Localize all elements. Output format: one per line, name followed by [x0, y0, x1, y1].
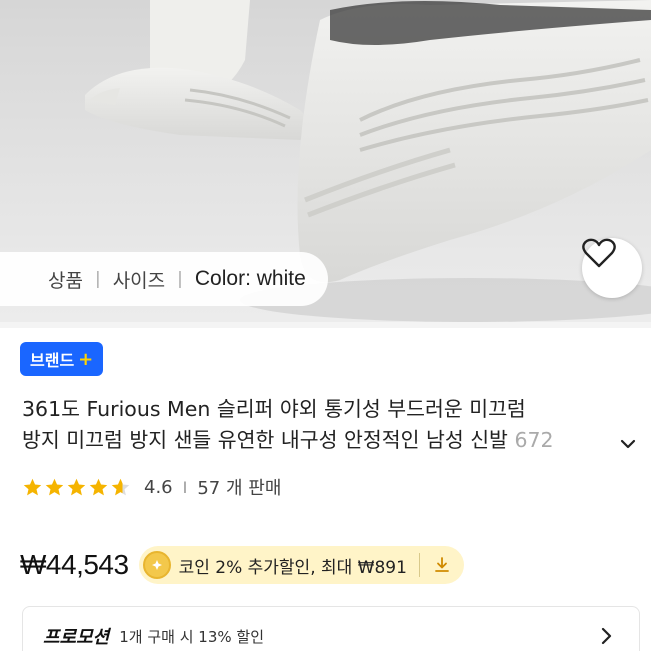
star-icon — [111, 478, 130, 495]
pill-divider — [418, 553, 420, 577]
brand-plus-badge[interactable]: 브랜드 + — [20, 342, 104, 376]
product-title: 361도 Furious Men 슬리퍼 야외 통기성 부드러운 미끄럼 방지 … — [22, 394, 612, 456]
promotion-text: 1개 구매 시 13% 할인 — [119, 627, 265, 646]
chevron-right-icon — [601, 627, 612, 645]
chevron-down-icon — [620, 439, 636, 449]
product-image[interactable]: 상품 | 사이즈 | Color: white — [0, 0, 651, 322]
price-row: ₩44,543 코인 2% 추가할인, 최대 ₩891 — [20, 540, 464, 590]
coin-icon — [142, 551, 171, 579]
promotion-row[interactable]: 프로모션 1개 구매 시 13% 할인 — [22, 606, 640, 651]
chip-product[interactable]: 상품 — [48, 266, 83, 293]
rating-separator: I — [182, 477, 188, 497]
chip-color[interactable]: Color: white — [195, 267, 306, 291]
variant-chips: 상품 | 사이즈 | Color: white — [0, 252, 328, 306]
coin-discount-text: 코인 2% 추가할인, 최대 ₩891 — [178, 557, 407, 578]
product-title-line1: 361도 Furious Men 슬리퍼 야외 통기성 부드러운 미끄럼 — [22, 397, 526, 421]
rating-row[interactable]: 4.6 I 57 개 판매 — [22, 474, 281, 500]
section-divider — [0, 322, 651, 328]
chip-size[interactable]: 사이즈 — [113, 266, 165, 293]
star-icon — [23, 478, 42, 495]
rating-score: 4.6 — [144, 476, 173, 498]
sold-count: 57 개 판매 — [197, 478, 282, 499]
product-title-line2-text: 방지 미끄럼 방지 샌들 유연한 내구성 안정적인 남성 신발 — [22, 428, 508, 452]
wishlist-button[interactable] — [582, 238, 642, 298]
heart-outline-icon — [582, 238, 616, 268]
download-icon[interactable] — [432, 555, 452, 575]
star-rating — [22, 477, 132, 498]
product-title-truncated: 672 — [507, 428, 554, 452]
product-title-line2: 방지 미끄럼 방지 샌들 유연한 내구성 안정적인 남성 신발 672 — [22, 425, 612, 456]
star-icon — [89, 478, 108, 495]
coin-discount-pill[interactable]: 코인 2% 추가할인, 최대 ₩891 — [138, 546, 464, 584]
star-icon — [45, 478, 64, 495]
star-icon — [67, 478, 86, 495]
chip-separator: | — [94, 269, 101, 289]
plus-icon: + — [78, 348, 94, 370]
expand-title-button[interactable] — [616, 432, 640, 456]
brand-badge-label: 브랜드 — [30, 351, 75, 370]
promotion-title: 프로모션 — [43, 627, 110, 648]
price: ₩44,543 — [20, 549, 129, 580]
chip-separator: | — [177, 269, 183, 289]
